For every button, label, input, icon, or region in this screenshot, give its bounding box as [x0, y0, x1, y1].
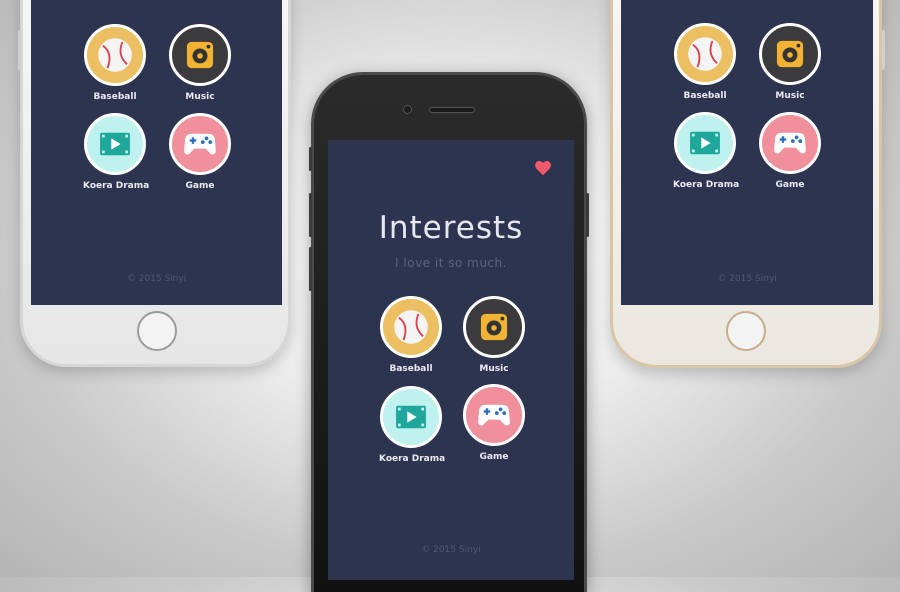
footer-copyright: © 2015 Sinyi	[717, 274, 777, 284]
interest-label: Music	[775, 91, 805, 101]
gamepad-icon	[759, 112, 821, 174]
interest-item-music[interactable]: Music	[168, 24, 232, 102]
power-button	[586, 193, 589, 237]
interest-item-baseball[interactable]: Baseball	[379, 296, 443, 374]
interest-item-game[interactable]: Game	[462, 384, 526, 462]
baseball-icon	[84, 24, 146, 86]
footer-copyright: © 2015 Sinyi	[126, 274, 187, 284]
interest-label: Game	[479, 452, 509, 462]
phone-right-gold: Baseball Music Koera Drama Game © 2015 S…	[610, 0, 885, 368]
film-play-icon	[674, 112, 736, 174]
heart-icon[interactable]	[534, 160, 552, 176]
gamepad-icon	[169, 113, 231, 175]
interest-label: Koera Drama	[83, 181, 150, 191]
phone-center-black: Interests I love it so much. Baseball Mu…	[309, 72, 589, 592]
front-camera	[403, 105, 412, 114]
interest-item-music[interactable]: Music	[462, 296, 526, 374]
music-player-icon	[759, 23, 821, 85]
volume-down-button	[309, 247, 312, 291]
interest-label: Koera Drama	[379, 454, 446, 464]
baseball-icon	[380, 296, 442, 358]
interest-item-baseball[interactable]: Baseball	[83, 24, 147, 102]
page-subtitle: I love it so much.	[395, 256, 507, 270]
film-play-icon	[380, 386, 442, 448]
interest-label: Baseball	[389, 364, 433, 374]
interest-item-game[interactable]: Game	[168, 113, 232, 191]
interest-item-drama[interactable]: Koera Drama	[83, 113, 150, 191]
volume-up-button	[309, 193, 312, 237]
home-button[interactable]	[137, 311, 177, 351]
phone-right-screen: Baseball Music Koera Drama Game © 2015 S…	[621, 0, 873, 305]
page-title: Interests	[378, 210, 524, 246]
phone-left-screen: Baseball Music Koera Drama Game © 2015 S…	[31, 0, 282, 305]
side-button	[882, 30, 885, 70]
footer-copyright: © 2015 Sinyi	[421, 545, 481, 555]
phone-center-screen: Interests I love it so much. Baseball Mu…	[328, 140, 574, 580]
home-button[interactable]	[726, 311, 766, 351]
mute-switch	[309, 147, 312, 171]
interest-label: Koera Drama	[673, 180, 740, 190]
interest-label: Baseball	[683, 91, 727, 101]
interest-label: Baseball	[93, 92, 137, 102]
interest-item-game[interactable]: Game	[758, 112, 822, 190]
phone-left-white: Baseball Music Koera Drama Game © 2015 S…	[18, 0, 291, 367]
interest-item-baseball[interactable]: Baseball	[673, 23, 737, 101]
earpiece-speaker	[429, 107, 475, 113]
baseball-icon	[674, 23, 736, 85]
interest-item-drama[interactable]: Koera Drama	[379, 386, 446, 464]
music-player-icon	[169, 24, 231, 86]
film-play-icon	[84, 113, 146, 175]
music-player-icon	[463, 296, 525, 358]
interest-label: Game	[185, 181, 215, 191]
gamepad-icon	[463, 384, 525, 446]
interest-label: Music	[479, 364, 509, 374]
side-button	[18, 30, 21, 70]
interest-item-drama[interactable]: Koera Drama	[673, 112, 740, 190]
interest-item-music[interactable]: Music	[758, 23, 822, 101]
interest-label: Game	[775, 180, 805, 190]
interest-label: Music	[185, 92, 215, 102]
